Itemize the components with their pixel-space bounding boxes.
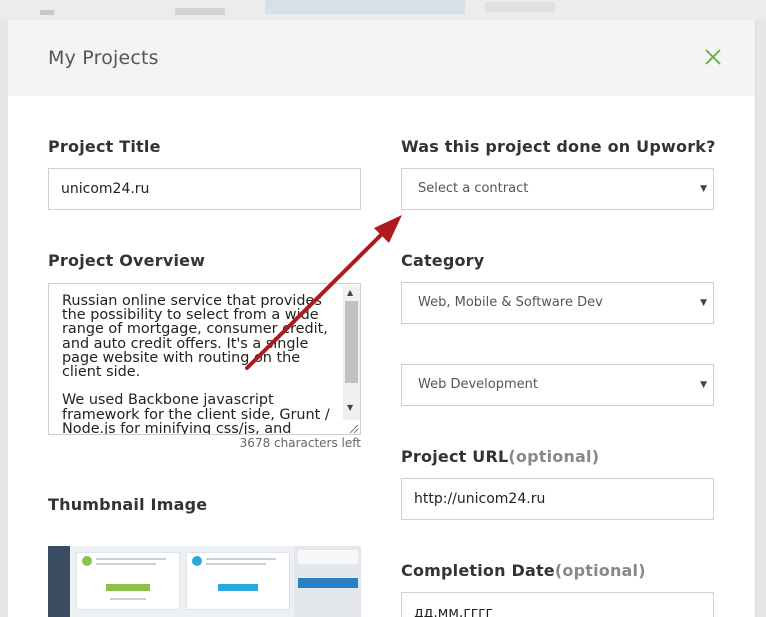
thumbnail-line — [206, 563, 266, 565]
completion-date-label: Completion Date(optional) — [401, 561, 646, 580]
background-element — [175, 8, 225, 15]
background-element — [265, 0, 465, 14]
project-title-label: Project Title — [48, 137, 161, 156]
thumbnail-panel-header — [298, 550, 358, 564]
thumbnail-line — [96, 563, 156, 565]
caret-down-icon: ▼ — [700, 298, 707, 308]
thumbnail-line — [96, 558, 166, 560]
thumbnail-icon — [82, 556, 92, 566]
subcategory-select[interactable]: Web Development ▼ — [401, 364, 714, 406]
thumbnail-image-label: Thumbnail Image — [48, 495, 208, 514]
thumbnail-panel-bar — [298, 578, 358, 588]
completion-date-input[interactable]: дд.мм.гггг — [401, 592, 714, 617]
category-select-value: Web, Mobile & Software Dev — [418, 295, 603, 310]
close-icon — [705, 49, 721, 65]
thumbnail-line — [206, 558, 276, 560]
thumbnail-icon — [192, 556, 202, 566]
contract-select-value: Select a contract — [418, 181, 529, 196]
category-select[interactable]: Web, Mobile & Software Dev ▼ — [401, 282, 714, 324]
completion-date-optional: (optional) — [554, 561, 646, 580]
upwork-contract-label: Was this project done on Upwork? — [401, 137, 716, 156]
background-page-top — [0, 0, 766, 20]
thumbnail-sidebar — [48, 546, 70, 617]
project-overview-label: Project Overview — [48, 251, 206, 270]
project-url-label-text: Project URL — [401, 447, 509, 466]
textarea-scrollbar[interactable]: ▲ ▼ — [343, 285, 360, 420]
scroll-down-icon[interactable]: ▼ — [347, 403, 353, 412]
my-projects-modal: My Projects Project Title unicom24.ru Pr… — [8, 20, 755, 617]
project-overview-text: Russian online service that provides the… — [62, 293, 330, 435]
project-overview-textarea[interactable]: Russian online service that provides the… — [48, 283, 361, 435]
caret-down-icon: ▼ — [700, 380, 707, 390]
caret-down-icon: ▼ — [700, 184, 707, 194]
subcategory-select-value: Web Development — [418, 377, 538, 392]
thumbnail-line — [110, 598, 146, 600]
thumbnail-button — [106, 584, 150, 591]
modal-title: My Projects — [48, 47, 159, 69]
characters-left-counter: 3678 characters left — [239, 436, 361, 450]
scrollbar-thumb[interactable] — [345, 301, 358, 383]
close-button[interactable] — [702, 46, 724, 68]
resize-grip-icon[interactable] — [347, 422, 359, 434]
background-element — [40, 10, 54, 15]
modal-header: My Projects — [8, 20, 755, 96]
project-title-input[interactable]: unicom24.ru — [48, 168, 361, 210]
scroll-up-icon[interactable]: ▲ — [347, 288, 353, 297]
contract-select[interactable]: Select a contract ▼ — [401, 168, 714, 210]
project-url-input[interactable]: http://unicom24.ru — [401, 478, 714, 520]
project-url-optional: (optional) — [508, 447, 600, 466]
thumbnail-image[interactable] — [48, 546, 361, 617]
background-page-right — [756, 20, 766, 617]
background-page-left — [0, 20, 8, 617]
thumbnail-button — [218, 584, 258, 591]
completion-date-label-text: Completion Date — [401, 561, 555, 580]
category-label: Category — [401, 251, 485, 270]
project-url-label: Project URL(optional) — [401, 447, 599, 466]
background-element — [485, 2, 555, 12]
